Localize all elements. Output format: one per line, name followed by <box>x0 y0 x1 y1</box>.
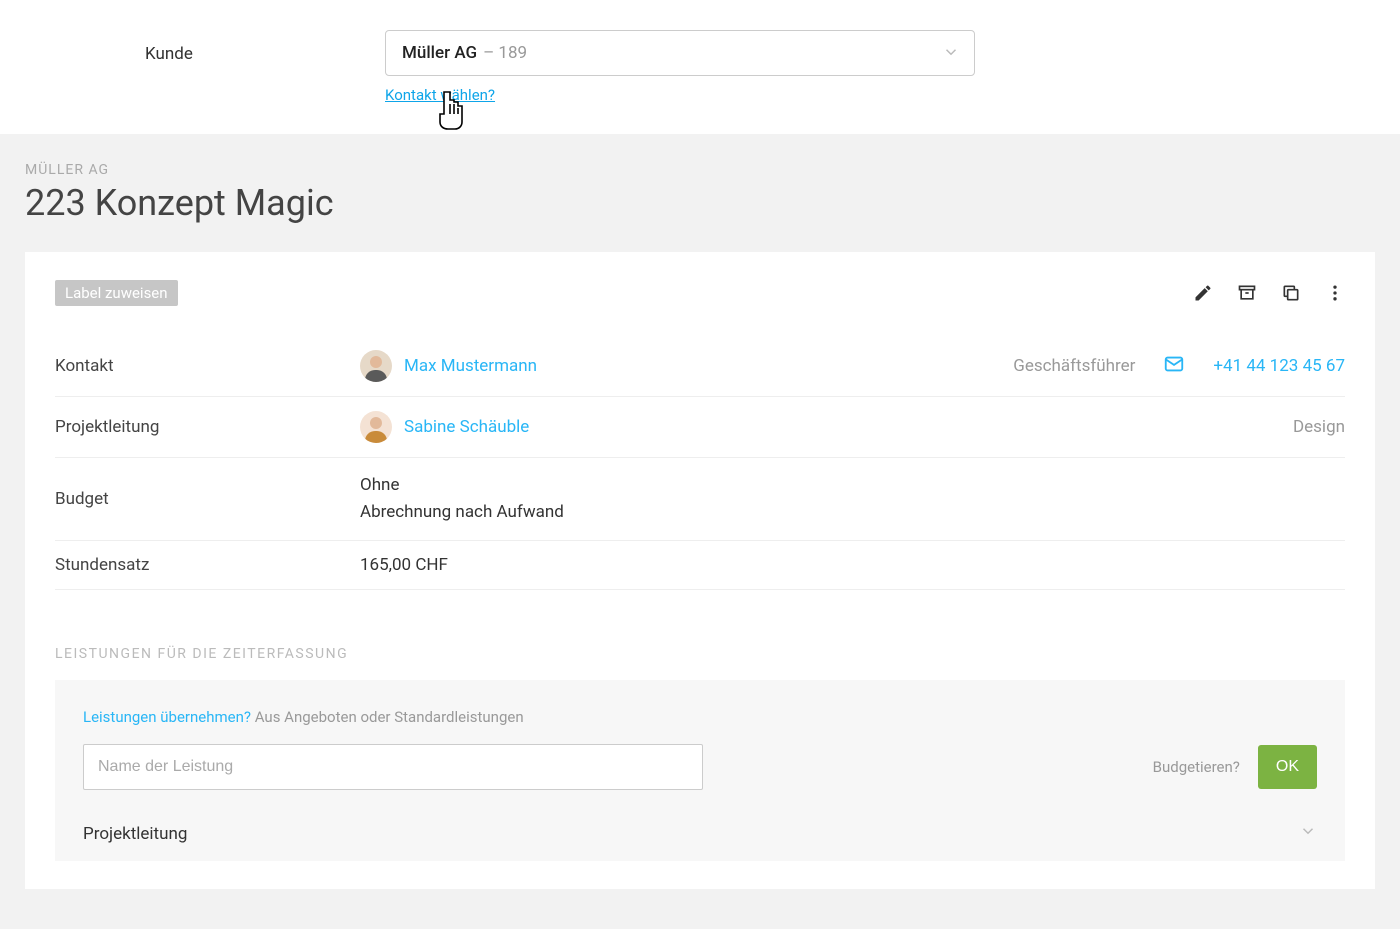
service-item-label: Projektleitung <box>83 824 187 844</box>
customer-select-suffix: – 189 <box>483 43 527 63</box>
edit-icon[interactable] <box>1193 283 1213 303</box>
project-detail-section: MÜLLER AG 223 Konzept Magic Label zuweis… <box>0 134 1400 929</box>
chevron-down-icon <box>1299 822 1317 845</box>
chevron-down-icon <box>942 43 960 65</box>
service-input-row: Budgetieren? OK <box>83 744 1317 790</box>
contact-value: Max Mustermann Geschäftsführer +41 44 12… <box>360 350 1345 382</box>
customer-select[interactable]: Müller AG – 189 <box>385 30 975 76</box>
service-name-input[interactable] <box>83 744 703 790</box>
rate-value: 165,00 CHF <box>360 555 1345 575</box>
services-hint-gray: Aus Angeboten oder Standardleistungen <box>255 708 524 726</box>
lead-label: Projektleitung <box>55 417 360 437</box>
card-header: Label zuweisen <box>55 280 1345 306</box>
mail-icon[interactable] <box>1163 353 1185 380</box>
ok-button[interactable]: OK <box>1258 745 1317 789</box>
avatar <box>360 350 392 382</box>
contact-name-link[interactable]: Max Mustermann <box>404 356 537 376</box>
services-section-title: LEISTUNGEN FÜR DIE ZEITERFASSUNG <box>55 646 1345 662</box>
rate-row: Stundensatz 165,00 CHF <box>55 541 1345 590</box>
lead-department: Design <box>1293 417 1345 437</box>
avatar <box>360 411 392 443</box>
assign-label-button[interactable]: Label zuweisen <box>55 280 178 306</box>
services-hint-link[interactable]: Leistungen übernehmen? <box>83 708 251 726</box>
budget-line2: Abrechnung nach Aufwand <box>360 502 564 522</box>
lead-name-link[interactable]: Sabine Schäuble <box>404 417 529 437</box>
lead-right: Design <box>1293 417 1345 437</box>
customer-label: Kunde <box>0 30 385 64</box>
budget-question-link[interactable]: Budgetieren? <box>1153 758 1240 776</box>
lead-row: Projektleitung Sabine Schäuble Design <box>55 397 1345 458</box>
budget-line1: Ohne <box>360 475 399 495</box>
customer-form-row: Kunde Müller AG – 189 Kontakt wählen? <box>0 0 1400 134</box>
budget-label: Budget <box>55 489 360 509</box>
project-card: Label zuweisen Kontakt M <box>25 252 1375 889</box>
client-name: MÜLLER AG <box>25 162 1375 178</box>
contact-role: Geschäftsführer <box>1013 356 1135 376</box>
contact-row: Kontakt Max Mustermann Geschäftsführer +… <box>55 336 1345 397</box>
archive-icon[interactable] <box>1237 283 1257 303</box>
service-item[interactable]: Projektleitung <box>83 816 1317 851</box>
more-icon[interactable] <box>1325 283 1345 303</box>
copy-icon[interactable] <box>1281 283 1301 303</box>
choose-contact-link[interactable]: Kontakt wählen? <box>385 86 495 104</box>
card-toolbar <box>1193 283 1345 303</box>
project-title: 223 Konzept Magic <box>25 182 1375 224</box>
lead-value: Sabine Schäuble Design <box>360 411 1345 443</box>
contact-phone-link[interactable]: +41 44 123 45 67 <box>1213 356 1345 376</box>
contact-label: Kontakt <box>55 356 360 376</box>
customer-field-wrapper: Müller AG – 189 Kontakt wählen? <box>385 30 975 104</box>
services-hint: Leistungen übernehmen? Aus Angeboten ode… <box>83 708 1317 726</box>
rate-label: Stundensatz <box>55 555 360 575</box>
contact-right: Geschäftsführer +41 44 123 45 67 <box>1013 353 1345 380</box>
budget-value: Ohne Abrechnung nach Aufwand <box>360 472 1345 526</box>
services-panel: Leistungen übernehmen? Aus Angeboten ode… <box>55 680 1345 861</box>
budget-row: Budget Ohne Abrechnung nach Aufwand <box>55 458 1345 541</box>
customer-select-value: Müller AG <box>402 43 477 63</box>
